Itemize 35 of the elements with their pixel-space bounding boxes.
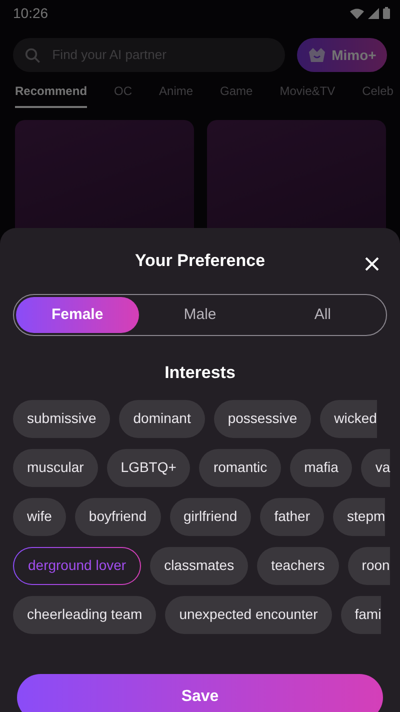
close-icon xyxy=(365,256,379,271)
interest-chip[interactable]: possessive xyxy=(214,400,312,438)
interest-chip[interactable]: derground lover xyxy=(13,546,142,584)
interest-chip[interactable]: wicked xyxy=(320,400,377,438)
gender-option[interactable]: Male xyxy=(138,297,262,333)
interest-chip[interactable]: muscular xyxy=(13,448,98,486)
interest-chip[interactable]: LGBTQ+ xyxy=(106,448,190,486)
interest-chip[interactable]: submissive xyxy=(13,400,110,438)
signal-icon xyxy=(368,8,379,18)
interest-chip[interactable]: teachers xyxy=(257,546,339,584)
gender-option[interactable]: Female xyxy=(16,297,139,333)
interest-chip[interactable]: mafia xyxy=(290,448,352,486)
category-tab[interactable]: Recommend xyxy=(15,82,88,108)
interest-chip[interactable]: wife xyxy=(13,498,66,536)
interest-chip[interactable]: va xyxy=(361,448,390,486)
gender-option[interactable]: All xyxy=(261,297,384,333)
search-icon xyxy=(25,46,40,64)
interest-chip[interactable]: boyfriend xyxy=(74,498,160,536)
sheet-title: Your Preference xyxy=(134,250,266,272)
battery-icon xyxy=(383,7,390,19)
interest-chip[interactable]: unexpected encounter xyxy=(165,596,332,634)
interests-title: Interests xyxy=(164,362,236,384)
interest-chip[interactable]: father xyxy=(260,498,324,536)
save-button[interactable]: Save xyxy=(17,674,383,712)
interest-chip[interactable]: romantic xyxy=(199,448,282,486)
wifi-icon xyxy=(350,8,364,18)
interest-chip[interactable]: roon xyxy=(348,546,390,584)
interest-chip[interactable]: cheerleading team xyxy=(13,596,156,634)
status-time: 10:26 xyxy=(13,4,48,22)
interest-chip[interactable]: stepm xyxy=(333,498,386,536)
interest-chip[interactable]: dominant xyxy=(119,400,205,438)
interest-chip[interactable]: classmates xyxy=(150,546,248,584)
basket-icon xyxy=(308,47,326,63)
interest-chip[interactable]: girlfriend xyxy=(170,498,252,536)
interest-chip[interactable]: fami xyxy=(340,596,382,634)
